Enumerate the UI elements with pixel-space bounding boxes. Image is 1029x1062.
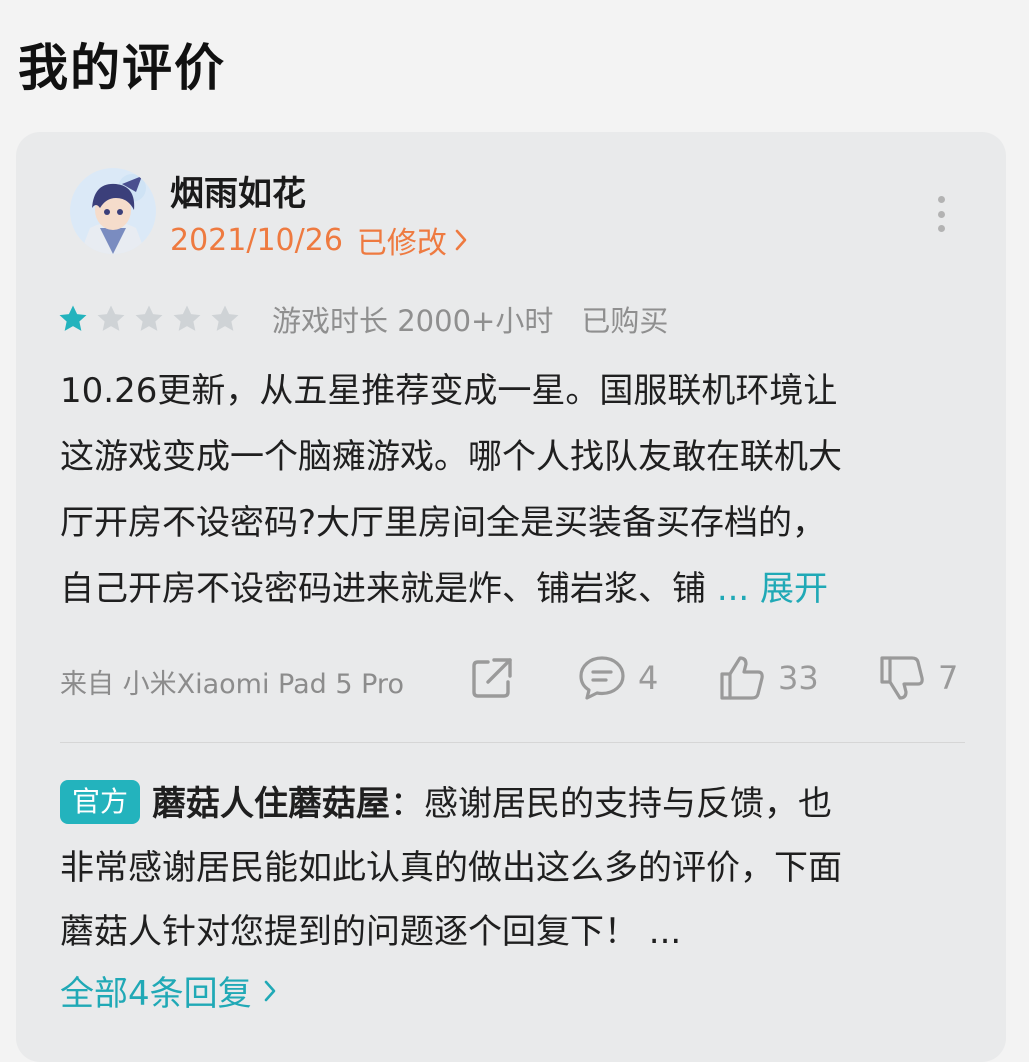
chevron-right-icon [455, 229, 467, 251]
chevron-right-icon [264, 980, 275, 1001]
like-button[interactable]: 33 [716, 652, 819, 704]
modified-link[interactable]: 已修改 [357, 218, 469, 262]
share-icon [472, 658, 512, 698]
more-vertical-icon[interactable] [930, 196, 952, 232]
comment-icon [579, 656, 625, 700]
share-button[interactable] [466, 652, 518, 704]
review-line: 自己开房不设密码进来就是炸、铺岩浆、铺 ... 展开 [60, 556, 960, 622]
review-username[interactable]: 烟雨如花 [170, 166, 306, 215]
reply-line: 官方 蘑菇人住蘑菇屋：感谢居民的支持与反馈，也 [60, 772, 960, 836]
official-badge: 官方 [60, 779, 141, 824]
review-meta: 2021/10/26 已修改 [170, 218, 469, 262]
reply-author[interactable]: 蘑菇人住蘑菇屋 [152, 784, 390, 824]
review-line: 10.26更新，从五星推荐变成一星。国服联机环境让 [60, 371, 838, 411]
modified-label: 已修改 [356, 226, 447, 261]
thumbs-down-icon [880, 656, 924, 700]
comment-button[interactable]: 4 [576, 652, 658, 704]
reply-line: 非常感谢居民能如此认真的做出这么多的评价，下面 [60, 848, 842, 888]
review-line-text: 自己开房不设密码进来就是炸、铺岩浆、铺 [60, 569, 717, 609]
all-replies-link[interactable]: 全部4条回复 [60, 966, 278, 1015]
rating-row: 游戏时长 2000+小时 已购买 [56, 298, 668, 340]
star-icon [97, 305, 125, 331]
reply-text: 感谢居民的支持与反馈，也 [424, 784, 833, 824]
thumbs-up-icon [720, 656, 764, 700]
device-source: 来自 小米Xiaomi Pad 5 Pro [60, 669, 404, 700]
all-replies-label: 全部4条回复 [60, 974, 252, 1014]
review-text[interactable]: 10.26更新，从五星推荐变成一星。国服联机环境让 这游戏变成一个脑瘫游戏。哪个… [60, 358, 960, 622]
purchase-status: 已购买 [581, 304, 669, 338]
avatar[interactable] [70, 168, 156, 254]
official-reply[interactable]: 官方 蘑菇人住蘑菇屋：感谢居民的支持与反馈，也 非常感谢居民能如此认真的做出这么多… [60, 772, 960, 964]
reply-line: 蘑菇人针对您提到的问题逐个回复下！ ... [60, 912, 682, 952]
avatar-image [70, 168, 156, 254]
star-icon [211, 305, 239, 331]
review-date: 2021/10/26 [170, 222, 343, 258]
like-count: 33 [778, 659, 819, 697]
expand-button[interactable]: ... 展开 [717, 569, 828, 609]
review-line: 这游戏变成一个脑瘫游戏。哪个人找队友敢在联机大 [60, 437, 842, 477]
comment-count: 4 [638, 659, 659, 697]
star-icon [59, 305, 87, 331]
play-time: 游戏时长 2000+小时 [272, 304, 554, 338]
review-line: 厅开房不设密码?大厅里房间全是买装备买存档的， [60, 503, 827, 543]
page-title: 我的评价 [18, 39, 226, 97]
dislike-button[interactable]: 7 [876, 652, 958, 704]
dislike-count: 7 [938, 659, 959, 697]
action-row: 来自 小米Xiaomi Pad 5 Pro 4 33 7 [60, 648, 960, 712]
divider [60, 742, 965, 743]
star-icon [135, 305, 163, 331]
reply-separator: ： [390, 784, 425, 824]
star-rating [56, 302, 242, 336]
star-icon [173, 305, 201, 331]
